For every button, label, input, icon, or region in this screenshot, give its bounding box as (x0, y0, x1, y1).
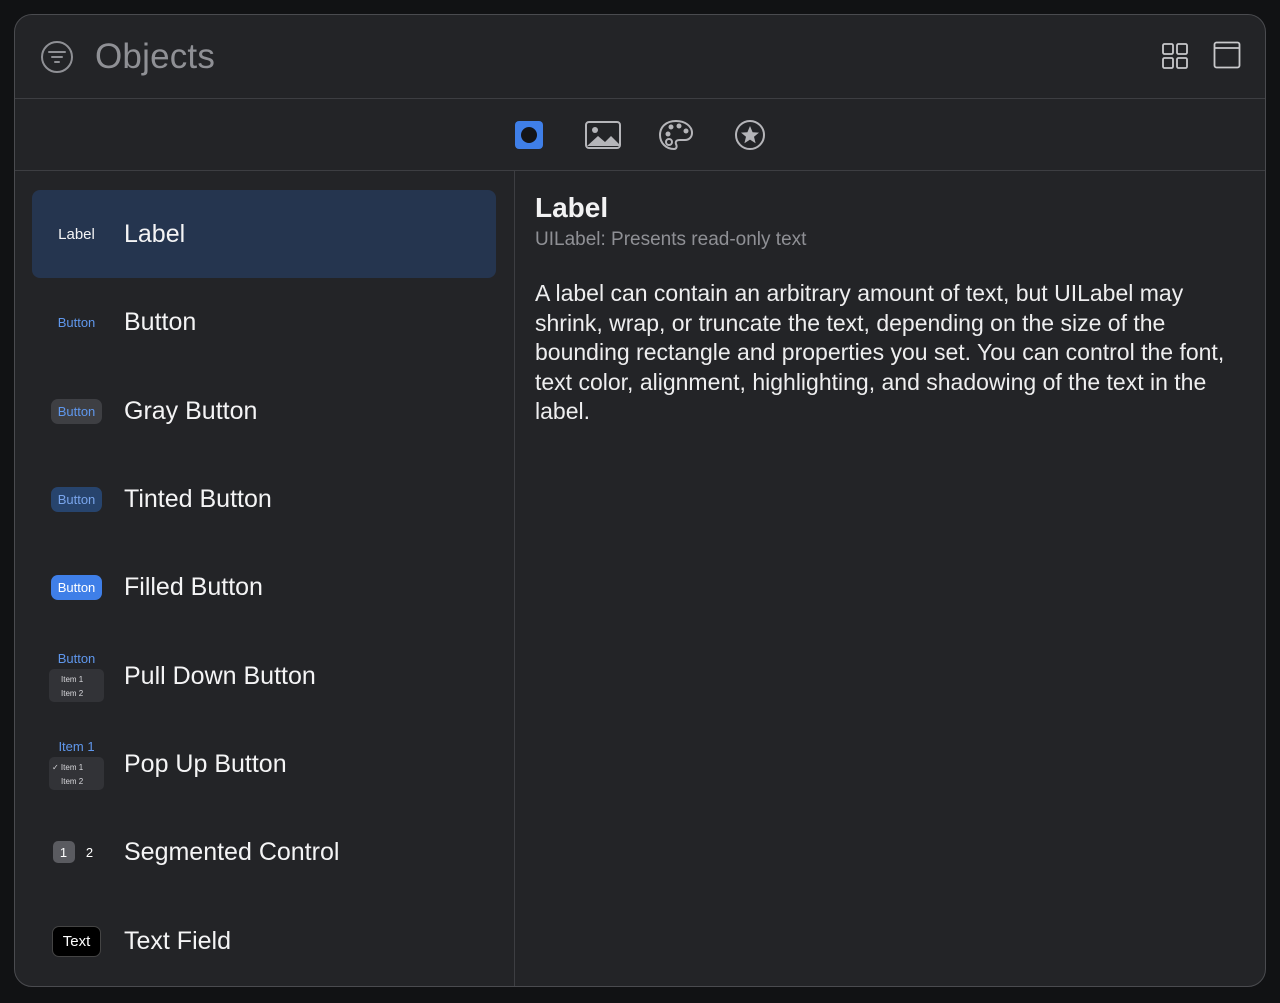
list-item-pull-down-button[interactable]: Button Item 1 Item 2 Pull Down Button (32, 632, 496, 720)
filled-button-thumbnail: Button (49, 543, 104, 631)
menu-item: Item 2 (61, 776, 84, 786)
thumbnail-text: Item 1 (58, 738, 95, 754)
tab-media[interactable] (583, 115, 623, 155)
object-list: Label Label Button Button Button Gray Bu… (15, 171, 515, 986)
list-item-button[interactable]: Button Button (32, 278, 496, 366)
menu-item: Item 2 (61, 688, 84, 698)
tinted-button-thumbnail: Button (49, 455, 104, 543)
menu-item: Item 1 (61, 674, 84, 684)
library-header: Objects (15, 15, 1265, 99)
thumbnail-text: Button (57, 314, 96, 330)
library-title: Objects (95, 37, 216, 76)
photo-icon (585, 121, 621, 149)
thumbnail-menu: ✓ Item 1 Item 2 (49, 756, 104, 790)
item-label: Filled Button (124, 572, 263, 601)
label-thumbnail: Label (49, 190, 104, 278)
list-item-gray-button[interactable]: Button Gray Button (32, 367, 496, 455)
segmented-thumbnail: 1 2 (49, 808, 104, 896)
thumbnail-text: Button (50, 398, 103, 424)
tab-favorites[interactable] (730, 115, 770, 155)
list-item-pop-up-button[interactable]: Item 1 ✓ Item 1 Item 2 Pop Up Button (32, 720, 496, 808)
segment: 2 (85, 844, 94, 860)
gray-button-thumbnail: Button (49, 367, 104, 455)
detail-description: A label can contain an arbitrary amount … (535, 280, 1225, 424)
palette-icon (658, 119, 694, 151)
list-item-text-field[interactable]: Text Text Field (32, 897, 496, 985)
thumbnail-text: Button (50, 574, 103, 600)
star-icon (735, 120, 765, 150)
detail-title: Label (535, 192, 609, 223)
item-label: Label (124, 219, 186, 248)
panel-icon[interactable] (1213, 41, 1241, 69)
segment: 1 (52, 841, 75, 863)
item-label: Segmented Control (124, 837, 340, 866)
item-label: Tinted Button (124, 484, 272, 513)
item-label: Button (124, 307, 197, 336)
list-item-segmented-control[interactable]: 1 2 Segmented Control (32, 808, 496, 896)
list-item-label[interactable]: Label Label (32, 190, 496, 278)
object-library-window: Objects Label Label Button Button Button… (14, 14, 1266, 987)
text-field-thumbnail: Text (49, 897, 104, 985)
item-label: Gray Button (124, 396, 258, 425)
tab-objects[interactable] (509, 115, 549, 155)
thumbnail-text: Text (51, 925, 102, 957)
circle-in-square-icon (515, 121, 543, 149)
item-label: Text Field (124, 926, 231, 955)
thumbnail-text: Button (57, 650, 96, 666)
library-tab-bar (15, 99, 1265, 171)
thumbnail-text: Button (50, 486, 103, 512)
button-thumbnail: Button (49, 278, 104, 366)
detail-subtitle: UILabel: Presents read-only text (535, 229, 807, 250)
tab-colors[interactable] (656, 115, 696, 155)
grid-view-icon[interactable] (1161, 42, 1189, 70)
list-item-tinted-button[interactable]: Button Tinted Button (32, 455, 496, 543)
pop-up-thumbnail: Item 1 ✓ Item 1 Item 2 (49, 720, 104, 808)
filter-icon[interactable] (40, 40, 74, 74)
item-label: Pull Down Button (124, 661, 316, 690)
pull-down-thumbnail: Button Item 1 Item 2 (49, 632, 104, 720)
list-item-filled-button[interactable]: Button Filled Button (32, 543, 496, 631)
item-label: Pop Up Button (124, 749, 287, 778)
thumbnail-text: Label (58, 225, 95, 243)
thumbnail-menu: Item 1 Item 2 (49, 668, 104, 702)
menu-item: ✓ Item 1 (52, 762, 84, 772)
